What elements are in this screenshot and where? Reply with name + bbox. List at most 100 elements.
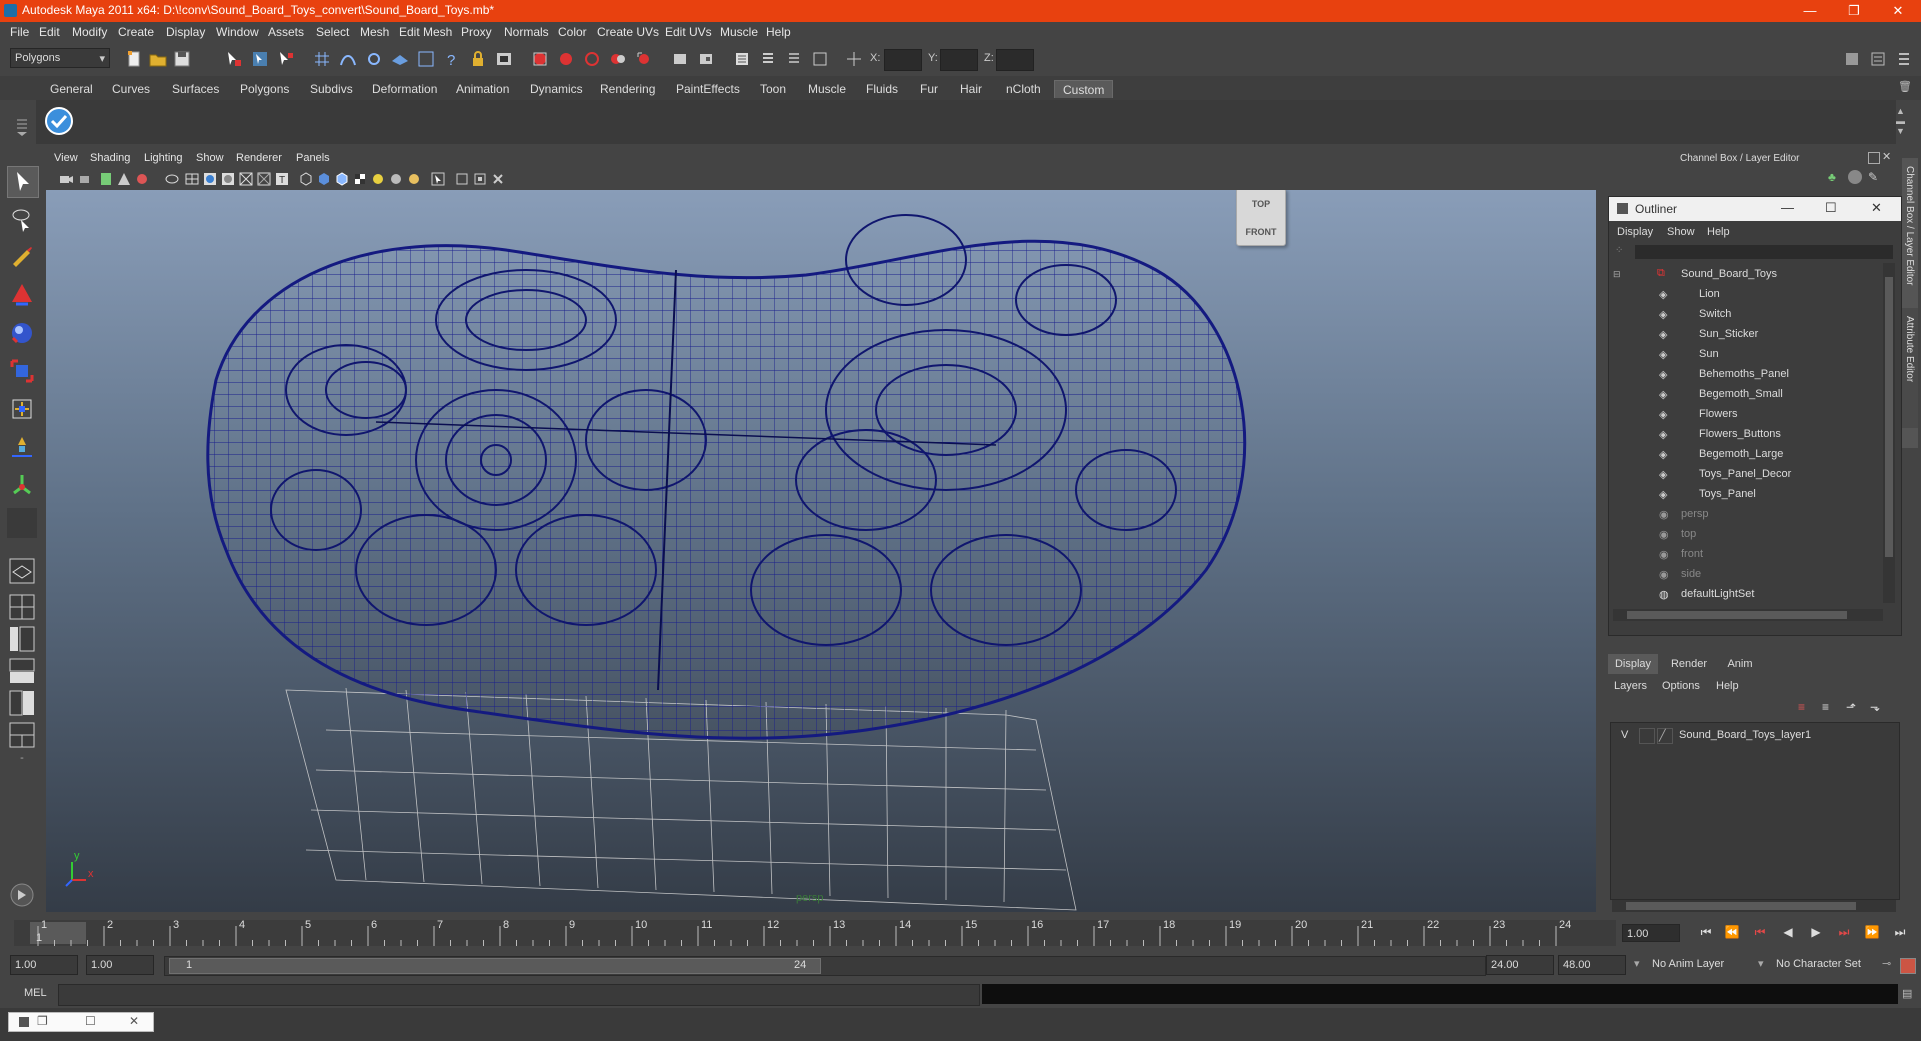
layer-row[interactable]: V ╱ Sound_Board_Toys_layer1 [1611,725,1897,745]
play-forwards-icon[interactable]: ▶ [1806,922,1826,942]
move-layer-down-icon[interactable]: ⬎ [1870,700,1886,716]
hypershade-icon[interactable] [608,49,628,69]
shelf-tab-subdivs[interactable]: Subdivs [302,80,361,98]
playback-end-field[interactable]: 24.00 [1486,955,1554,975]
menu-window[interactable]: Window [216,25,259,39]
more-layouts-icon[interactable]: ‐ [7,752,37,768]
range-slider-handle[interactable]: 1 24 [169,958,821,974]
select-by-hierarchy-icon[interactable] [224,49,244,69]
outliner-menu-help[interactable]: Help [1707,226,1730,238]
hypershade-persp-layout-icon[interactable] [7,688,37,718]
collapse-icon[interactable]: ⊟ [1613,269,1621,280]
shelf-tab-fluids[interactable]: Fluids [858,80,906,98]
layer-tab-display[interactable]: Display [1608,654,1658,674]
edit-icon[interactable]: ✎ [1868,170,1882,184]
move-tool-icon[interactable] [7,280,37,310]
anim-layer-select[interactable]: No Anim Layer [1648,955,1758,975]
x-coord-field[interactable] [884,49,922,71]
four-view-layout-icon[interactable] [7,592,37,622]
menu-assets[interactable]: Assets [268,25,304,39]
snap-curve-icon[interactable] [338,49,358,69]
shelf-tab-polygons[interactable]: Polygons [232,80,297,98]
shelf-tab-toon[interactable]: Toon [752,80,794,98]
shadows-icon[interactable] [388,171,404,187]
shelf-tab-animation[interactable]: Animation [448,80,517,98]
menu-create[interactable]: Create [118,25,154,39]
shelf-tab-muscle[interactable]: Muscle [800,80,854,98]
shelf-scroll-arrows[interactable]: ▲ ▬ ▼ [1896,106,1908,136]
step-forward-key-icon[interactable]: ⏭ [1834,922,1854,942]
select-by-component-icon[interactable] [276,49,296,69]
shelf-tab-fur[interactable]: Fur [912,80,946,98]
outliner-maximize-button[interactable]: ☐ [1825,200,1837,216]
close-icon[interactable]: ✕ [129,1014,139,1028]
outliner-minimize-button[interactable]: — [1781,200,1794,215]
lasso-tool-icon[interactable] [7,204,37,234]
perspective-viewport[interactable]: TOP FRONT y x persp [46,190,1596,912]
shelf-menu-icon[interactable] [14,80,30,140]
layer-horizontal-scrollbar[interactable] [1612,900,1896,912]
outliner-item-root[interactable]: ⊟ ⧉ Sound_Board_Toys [1609,265,1869,285]
new-scene-icon[interactable] [124,49,144,69]
outliner-horizontal-scrollbar[interactable] [1613,609,1883,621]
single-perspective-layout-icon[interactable] [7,556,37,586]
menu-edit-mesh[interactable]: Edit Mesh [399,25,452,39]
menu-create-uvs[interactable]: Create UVs [597,25,659,39]
outliner-item-flowers[interactable]: ◈ Flowers [1609,405,1869,425]
layer-visibility-toggle[interactable]: V [1621,729,1628,741]
lock-icon[interactable] [468,49,488,69]
viewport-menu-lighting[interactable]: Lighting [144,152,183,164]
close-button[interactable]: ✕ [1876,0,1920,22]
shelf-tab-general[interactable]: General [42,80,101,98]
resolution-gate-icon[interactable] [202,171,218,187]
isolate-select-icon[interactable] [430,171,446,187]
script-editor-icon[interactable]: ▤ [1902,987,1916,1001]
textured-icon[interactable] [352,171,368,187]
paint-select-tool-icon[interactable] [7,242,37,272]
soft-modification-icon[interactable] [7,432,37,462]
shelf-tab-curves[interactable]: Curves [104,80,158,98]
input-line-icon[interactable] [670,49,690,69]
snap-point-icon[interactable] [364,49,384,69]
character-set-select[interactable]: No Character Set [1772,955,1882,975]
persp-graph-layout-icon[interactable] [7,656,37,686]
toggle-tool-settings-icon[interactable] [1868,49,1888,69]
outliner-item-persp[interactable]: ◉ persp [1609,505,1869,525]
go-to-end-icon[interactable]: ⏭ [1890,922,1910,942]
shelf-tab-deformation[interactable]: Deformation [364,80,445,98]
channel-box-toggle-icon[interactable] [1848,170,1862,184]
layer-display-type-toggle[interactable] [1639,728,1655,744]
smooth-shading-icon[interactable] [316,171,332,187]
toggle-attribute-editor-icon[interactable] [1842,49,1862,69]
shelf-tab-rendering[interactable]: Rendering [592,80,663,98]
scrollbar-thumb[interactable] [1626,902,1856,910]
outliner-item-toys-panel-decor[interactable]: ◈ Toys_Panel_Decor [1609,465,1869,485]
outliner-filter-input[interactable] [1635,245,1893,259]
shelf-tab-surfaces[interactable]: Surfaces [164,80,227,98]
outliner-menu-show[interactable]: Show [1667,226,1695,238]
bookmark-icon[interactable] [98,171,114,187]
outliner-item-sun[interactable]: ◈ Sun [1609,345,1869,365]
last-tool-used-icon[interactable] [7,508,37,538]
show-channel-box-icon[interactable] [758,49,778,69]
wireframe-on-shaded-icon[interactable] [334,171,350,187]
wireframe-shading-icon[interactable] [298,171,314,187]
side-tab-attribute-editor[interactable]: Attribute Editor [1902,308,1918,428]
viewport-menu-panels[interactable]: Panels [296,152,330,164]
outliner-item-switch[interactable]: ◈ Switch [1609,305,1869,325]
step-back-key-icon[interactable]: ⏮ [1750,922,1770,942]
checkmark-tool-icon[interactable] [44,106,74,136]
outliner-item-side[interactable]: ◉ side [1609,565,1869,585]
outliner-menu-display[interactable]: Display [1617,226,1653,238]
universal-manipulator-icon[interactable] [7,394,37,424]
camera-attributes-icon[interactable] [78,171,94,187]
layer-menu-help[interactable]: Help [1716,680,1739,692]
menu-set-select[interactable]: Polygons ▾ [10,48,110,68]
show-attribute-editor-icon[interactable] [810,49,830,69]
layer-tab-anim[interactable]: Anim [1718,654,1762,674]
menu-help[interactable]: Help [766,25,791,39]
command-language-label[interactable]: MEL [24,987,47,999]
view-cube-top-face[interactable]: TOP [1237,199,1285,209]
render-region-icon[interactable] [634,49,654,69]
viewport-menu-show[interactable]: Show [196,152,224,164]
